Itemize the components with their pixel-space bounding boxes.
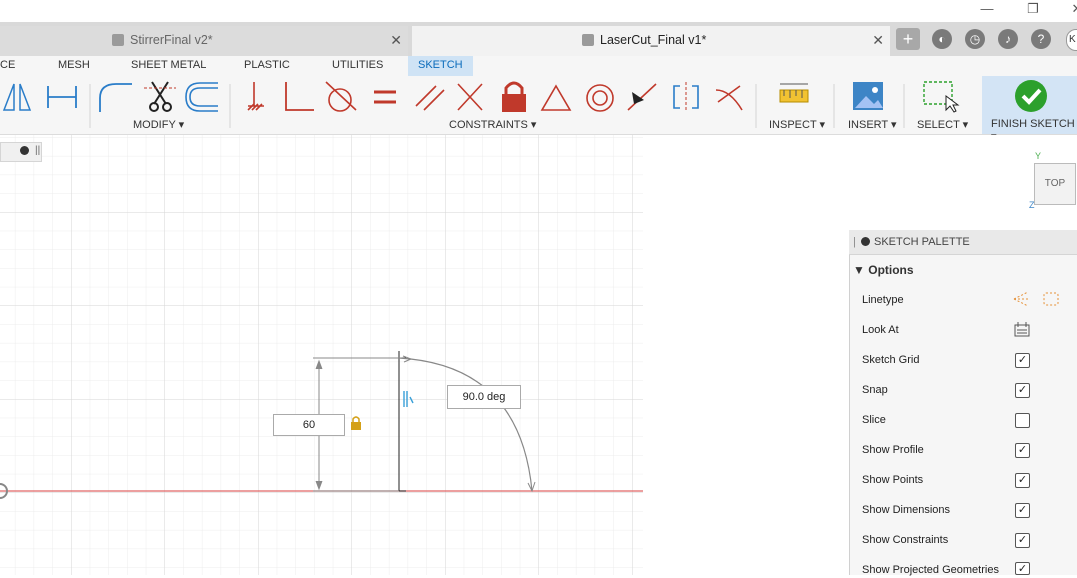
close-window-icon[interactable]: ✕ <box>1066 0 1077 20</box>
minimize-icon[interactable]: — <box>976 0 998 20</box>
angle-dimension[interactable]: 90.0 deg <box>447 385 521 409</box>
ruler-label-100: 100 <box>0 243 3 267</box>
show-constraints-checkbox[interactable]: ✓ <box>1015 533 1030 548</box>
tab-utilities[interactable]: UTILITIES <box>332 56 383 76</box>
job-status-icon[interactable]: ◷ <box>965 29 985 49</box>
tab-lasercut-final[interactable]: LaserCut_Final v1* ✕ <box>412 26 890 56</box>
axis-z-label: Z <box>1029 200 1035 210</box>
slice-label: Slice <box>862 414 886 426</box>
browser-panel-collapsed[interactable]: || <box>0 142 42 162</box>
show-dimensions-checkbox[interactable]: ✓ <box>1015 503 1030 518</box>
coincident-icon[interactable] <box>457 83 483 111</box>
tab-label: LaserCut_Final v1* <box>600 33 707 47</box>
equal-icon[interactable] <box>374 90 396 104</box>
concentric-icon[interactable] <box>586 84 614 112</box>
notifications-icon[interactable]: ♪ <box>998 29 1018 49</box>
snap-checkbox[interactable]: ✓ <box>1015 383 1030 398</box>
dimension-input[interactable] <box>273 414 345 436</box>
linetype-icons[interactable] <box>1012 290 1062 308</box>
look-at-label: Look At <box>862 324 899 336</box>
tab-label: StirrerFinal v2* <box>130 33 213 47</box>
inspect-menu[interactable]: INSPECT ▾ <box>769 118 825 131</box>
offset-icon[interactable] <box>185 82 218 112</box>
show-projected-geometries-checkbox[interactable]: ✓ <box>1015 562 1030 575</box>
show-points-label: Show Points <box>862 474 924 486</box>
linear-dimension-icon[interactable] <box>47 86 77 108</box>
axis-y-label: Y <box>1035 151 1042 161</box>
collapse-icon[interactable] <box>861 237 870 246</box>
new-tab-button[interactable]: + <box>896 28 920 50</box>
drag-handle-icon[interactable]: | <box>853 230 856 254</box>
close-tab-icon[interactable]: ✕ <box>390 26 402 54</box>
collapse-icon[interactable] <box>20 146 29 155</box>
show-points-checkbox[interactable]: ✓ <box>1015 473 1030 488</box>
trim-icon[interactable] <box>144 81 176 112</box>
measure-icon[interactable] <box>779 83 809 103</box>
finish-check-icon[interactable] <box>1015 80 1047 112</box>
select-box-icon[interactable] <box>923 81 960 113</box>
show-profile-label: Show Profile <box>862 444 924 456</box>
sketch-grid-label: Sketch Grid <box>862 354 920 366</box>
show-projected-geometries-label: Show Projected Geometries <box>862 564 999 576</box>
fillet-icon[interactable] <box>99 83 132 112</box>
caret-down-icon: ▼ <box>853 263 865 277</box>
insert-image-icon[interactable] <box>853 82 883 110</box>
palette-title: SKETCH PALETTE <box>874 236 970 248</box>
lock-icon[interactable] <box>502 81 526 112</box>
select-menu[interactable]: SELECT ▾ <box>917 118 968 131</box>
symmetry-icon[interactable] <box>673 82 699 112</box>
document-icon <box>582 34 594 46</box>
midpoint-icon[interactable] <box>627 83 657 111</box>
constraints-menu[interactable]: CONSTRAINTS ▾ <box>449 118 536 131</box>
view-cube[interactable]: TOP <box>1034 163 1076 205</box>
show-dimensions-label: Show Dimensions <box>862 504 951 516</box>
sketch-palette <box>849 230 1077 575</box>
parallel-icon[interactable] <box>415 85 445 111</box>
slice-checkbox[interactable] <box>1015 413 1030 428</box>
document-icon <box>112 34 124 46</box>
look-at-icon[interactable] <box>1014 321 1030 337</box>
restore-icon[interactable]: ❐ <box>1022 0 1044 20</box>
tab-surface[interactable]: CE <box>0 56 15 76</box>
tab-stirrerfinal[interactable]: StirrerFinal v2* ✕ <box>0 26 408 56</box>
window-titlebar <box>0 0 1077 22</box>
tab-sketch[interactable]: SKETCH <box>408 56 473 78</box>
close-tab-icon[interactable]: ✕ <box>872 26 884 54</box>
tab-plastic[interactable]: PLASTIC <box>244 56 290 76</box>
panel-handle-icon[interactable]: || <box>35 145 40 156</box>
snap-label: Snap <box>862 384 888 396</box>
perpendicular-icon[interactable] <box>285 82 314 111</box>
curvature-icon[interactable] <box>715 85 743 111</box>
ruler-label-50: 50 <box>0 363 3 379</box>
sketch-palette-header[interactable]: | SKETCH PALETTE <box>849 230 1077 255</box>
triangle-constraint-icon[interactable] <box>540 84 572 111</box>
fix-constraint-icon[interactable] <box>247 82 264 111</box>
show-profile-checkbox[interactable]: ✓ <box>1015 443 1030 458</box>
show-constraints-label: Show Constraints <box>862 534 949 546</box>
help-icon[interactable]: ? <box>1031 29 1051 49</box>
modify-menu[interactable]: MODIFY ▾ <box>133 118 184 131</box>
extensions-icon[interactable]: ◐ <box>932 29 952 49</box>
mirror-icon[interactable] <box>2 83 32 111</box>
options-label: Options <box>868 263 914 277</box>
linetype-label: Linetype <box>862 294 904 306</box>
tangent-icon[interactable] <box>325 81 357 112</box>
user-avatar[interactable]: K <box>1066 29 1077 51</box>
insert-menu[interactable]: INSERT ▾ <box>848 118 897 131</box>
sketch-grid-checkbox[interactable]: ✓ <box>1015 353 1030 368</box>
tab-mesh[interactable]: MESH <box>58 56 90 76</box>
options-section-header[interactable]: ▼ Options <box>853 263 914 277</box>
tab-sheet-metal[interactable]: SHEET METAL <box>131 56 206 76</box>
